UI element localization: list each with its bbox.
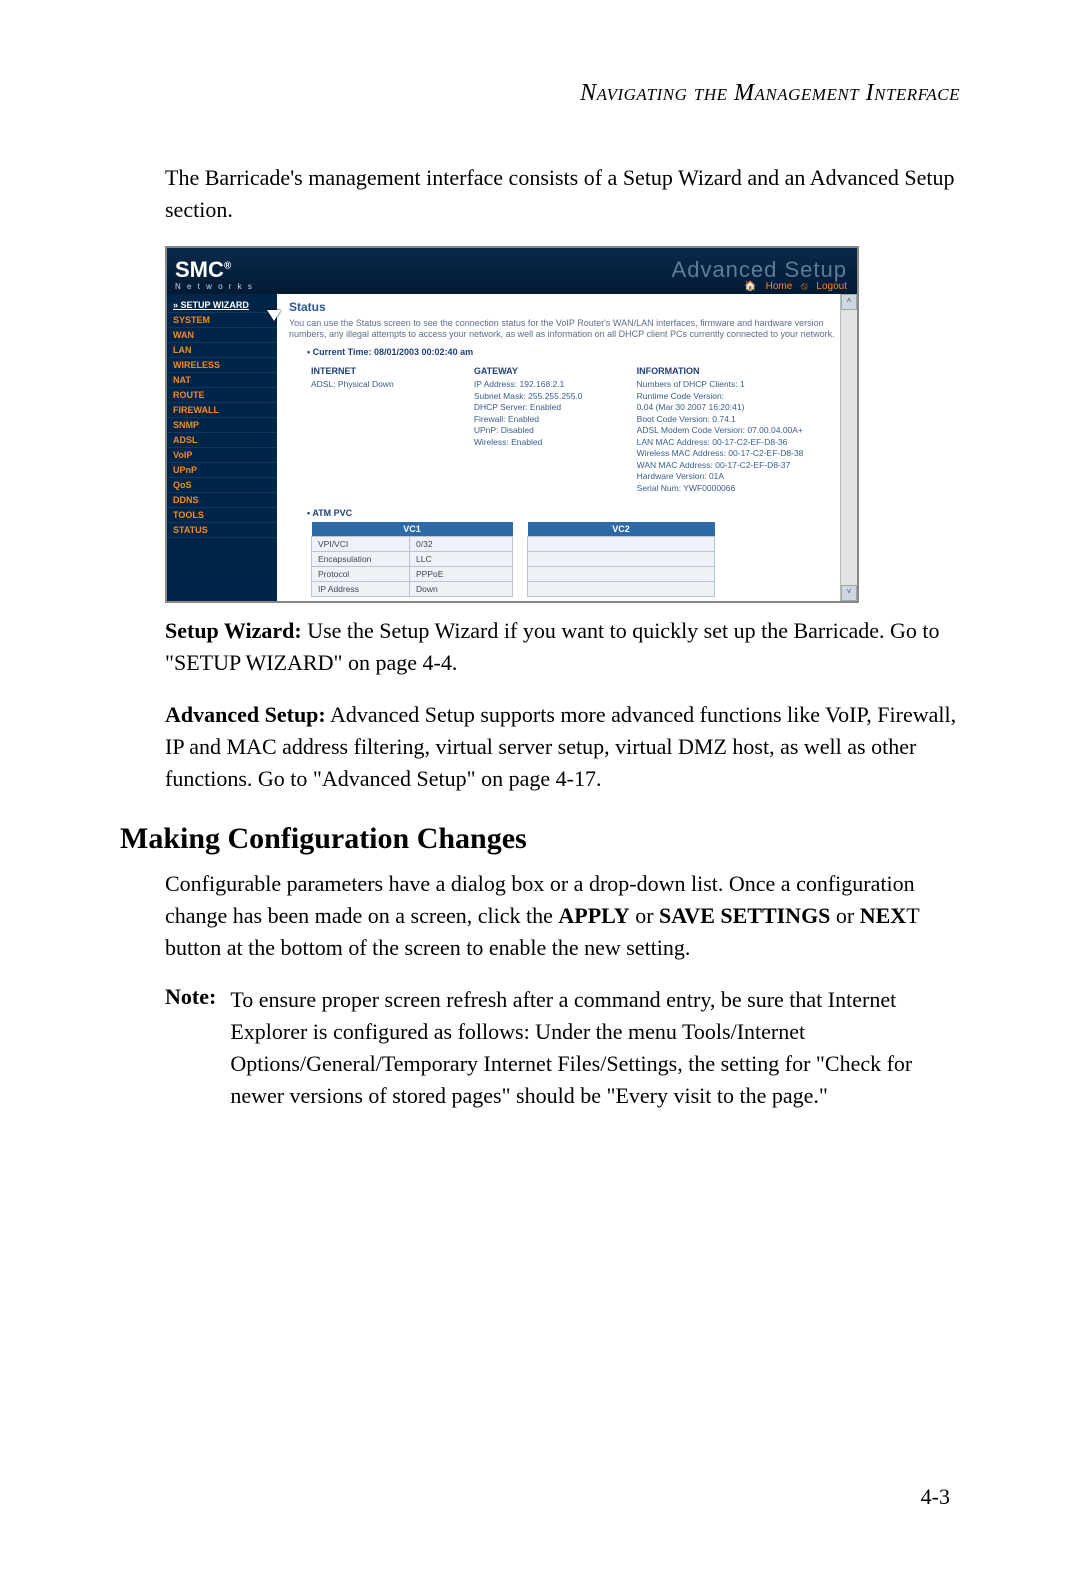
vc1-table: VC1 VPI/VCI0/32 EncapsulationLLC Protoco… [311, 522, 513, 597]
screenshot-content: Status You can use the Status screen to … [277, 294, 857, 601]
sidebar-item[interactable]: WIRELESS [167, 358, 277, 373]
scroll-up-icon[interactable]: ˄ [841, 294, 857, 310]
sidebar-item[interactable]: SYSTEM [167, 313, 277, 328]
scroll-down-icon[interactable]: ˅ [841, 585, 857, 601]
atm-pvc-label: ATM PVC [307, 508, 845, 518]
status-heading: Status [289, 300, 845, 314]
page-mode-title: Advanced Setup [672, 259, 847, 281]
note-label: Note: [165, 984, 216, 1112]
screenshot-header: SMC® N e t w o r k s Advanced Setup 🏠 Ho… [167, 248, 857, 294]
sidebar-item[interactable]: QoS [167, 478, 277, 493]
page-number: 4-3 [921, 1484, 950, 1510]
logo-text: SMC® [175, 257, 231, 282]
router-ui-screenshot: SMC® N e t w o r k s Advanced Setup 🏠 Ho… [165, 246, 859, 603]
intro-paragraph: The Barricade's management interface con… [165, 162, 960, 226]
header-links: 🏠 Home ⦸ Logout [672, 281, 847, 292]
sidebar-item[interactable]: ADSL [167, 433, 277, 448]
vc1-header: VC1 [312, 522, 513, 537]
status-description: You can use the Status screen to see the… [289, 318, 845, 341]
sidebar-item[interactable]: WAN [167, 328, 277, 343]
sidebar-item[interactable]: NAT [167, 373, 277, 388]
sidebar-setup-wizard[interactable]: » SETUP WIZARD [167, 298, 277, 313]
scrollbar[interactable]: ˄ ˅ [840, 294, 857, 601]
sidebar-item[interactable]: TOOLS [167, 508, 277, 523]
running-header: Navigating the Management Interface [120, 80, 960, 107]
cursor-icon [267, 310, 281, 321]
logo-subtext: N e t w o r k s [175, 282, 254, 291]
current-time: Current Time: 08/01/2003 00:02:40 am [307, 347, 845, 357]
header-right: Advanced Setup 🏠 Home ⦸ Logout [672, 259, 847, 292]
sidebar-item[interactable]: VoIP [167, 448, 277, 463]
document-page: Navigating the Management Interface The … [0, 0, 1080, 1570]
sidebar-item[interactable]: UPnP [167, 463, 277, 478]
note-body: To ensure proper screen refresh after a … [230, 984, 960, 1112]
section-heading: Making Configuration Changes [120, 822, 960, 856]
config-changes-paragraph: Configurable parameters have a dialog bo… [165, 868, 960, 964]
information-column: INFORMATION Numbers of DHCP Clients: 1 R… [637, 365, 845, 494]
sidebar-item[interactable]: STATUS [167, 523, 277, 538]
advanced-setup-paragraph: Advanced Setup: Advanced Setup supports … [165, 699, 960, 795]
note-block: Note: To ensure proper screen refresh af… [165, 984, 960, 1112]
sidebar-item[interactable]: SNMP [167, 418, 277, 433]
advanced-setup-label: Advanced Setup: [165, 702, 326, 727]
sidebar-item[interactable]: DDNS [167, 493, 277, 508]
vc2-table: VC2 [527, 522, 715, 597]
home-link[interactable]: 🏠 Home [744, 281, 792, 292]
setup-wizard-paragraph: Setup Wizard: Use the Setup Wizard if yo… [165, 615, 960, 679]
logout-link[interactable]: ⦸ Logout [801, 281, 847, 292]
vc2-header: VC2 [528, 522, 715, 537]
sidebar-item[interactable]: ROUTE [167, 388, 277, 403]
sidebar-item[interactable]: FIREWALL [167, 403, 277, 418]
screenshot-sidebar: » SETUP WIZARD SYSTEM WAN LAN WIRELESS N… [167, 294, 277, 601]
gateway-column: GATEWAY IP Address: 192.168.2.1 Subnet M… [474, 365, 623, 494]
logo-block: SMC® N e t w o r k s [175, 259, 254, 292]
sidebar-item[interactable]: LAN [167, 343, 277, 358]
internet-column: INTERNET ADSL: Physical Down [311, 365, 460, 494]
setup-wizard-label: Setup Wizard: [165, 618, 302, 643]
